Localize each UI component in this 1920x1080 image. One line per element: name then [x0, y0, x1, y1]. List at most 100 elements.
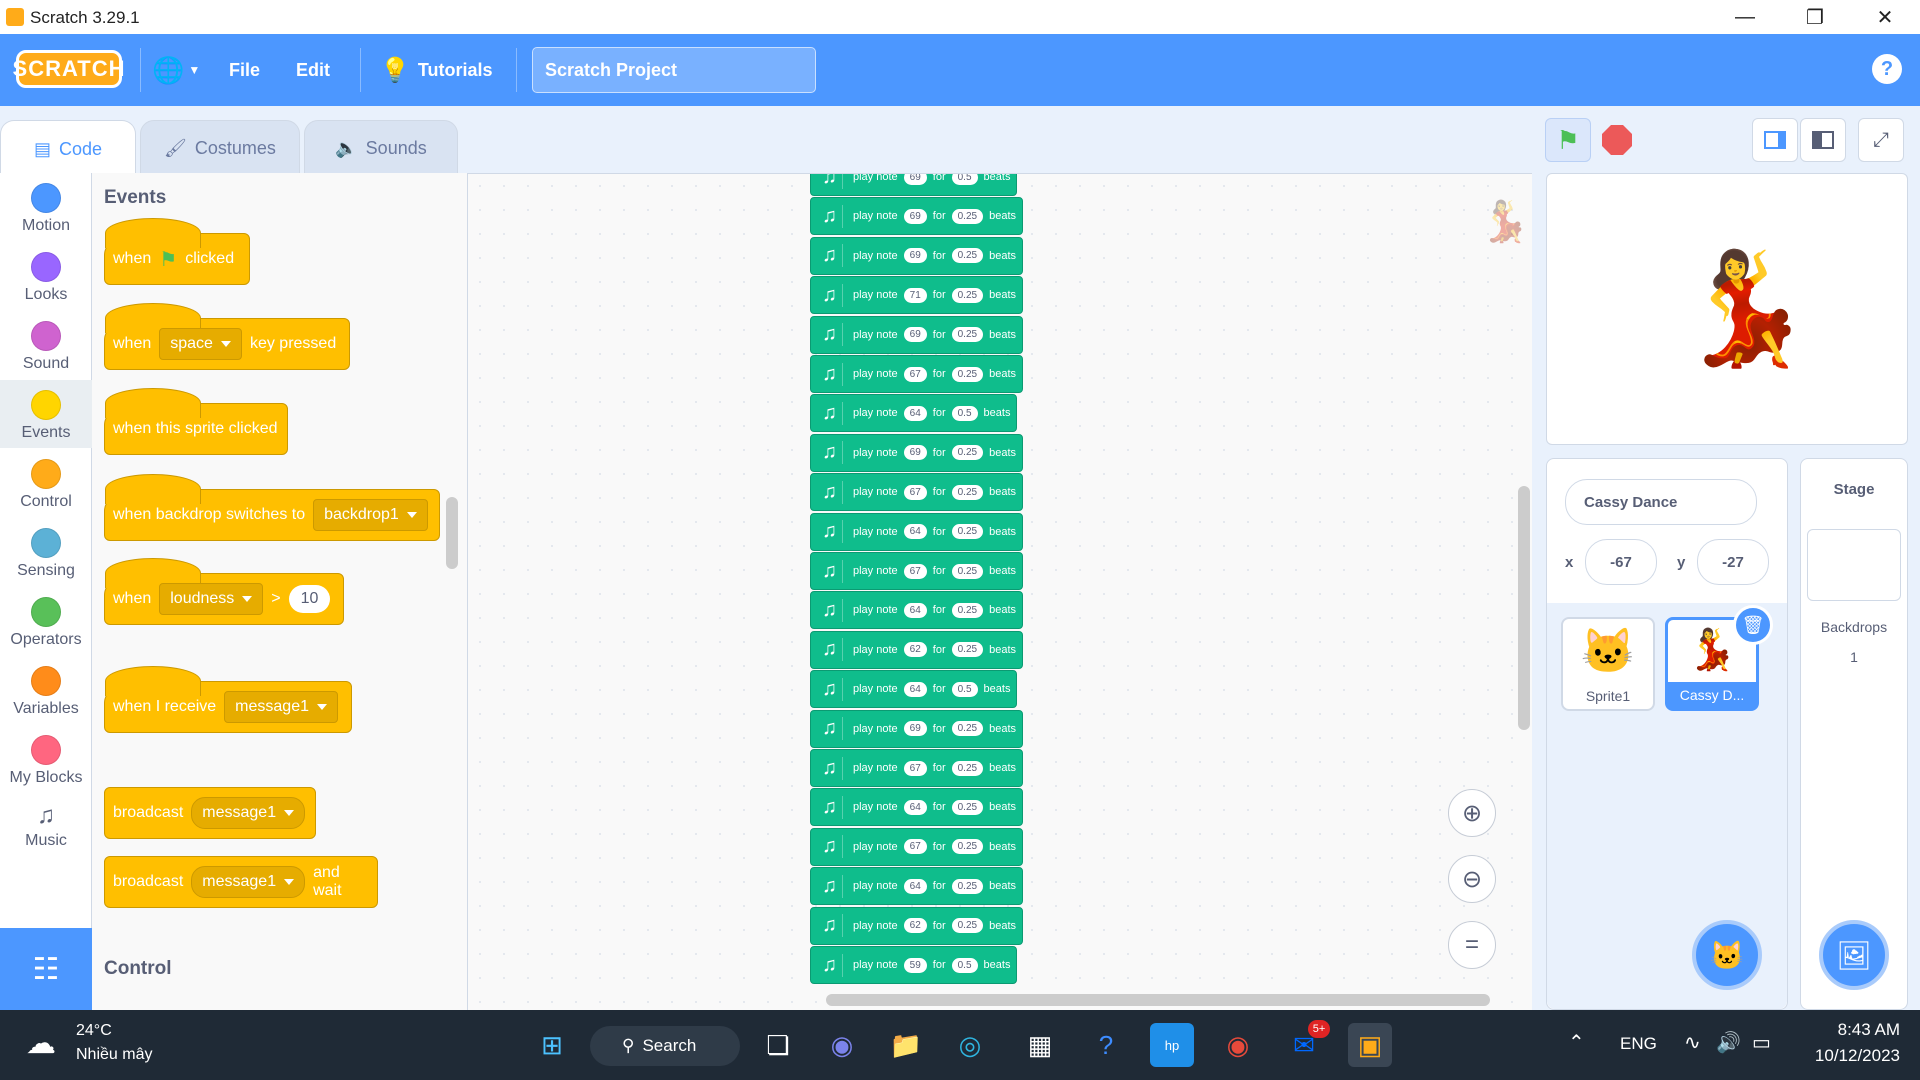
note-value-input[interactable]: 62 — [903, 642, 927, 658]
play-note-block[interactable]: ♫ play note 67 for 0.25 beats — [810, 827, 1024, 866]
play-note-block[interactable]: ♫ play note 69 for 0.25 beats — [810, 236, 1024, 275]
beats-value-input[interactable]: 0.25 — [951, 642, 984, 658]
delete-sprite-button[interactable]: 🗑 — [1733, 605, 1773, 645]
beats-value-input[interactable]: 0.25 — [951, 248, 984, 264]
category-motion[interactable]: Motion — [0, 173, 92, 241]
note-value-input[interactable]: 67 — [903, 563, 927, 579]
when-loudness-block[interactable]: when loudness > 10 — [104, 558, 344, 625]
beats-value-input[interactable]: 0.25 — [951, 839, 984, 855]
note-value-input[interactable]: 64 — [903, 681, 927, 697]
edge-icon[interactable]: ◎ — [948, 1023, 992, 1067]
play-note-block[interactable]: ♫ play note 69 for 0.25 beats — [810, 315, 1024, 354]
play-note-block[interactable]: ♫ play note 64 for 0.25 beats — [810, 591, 1024, 630]
when-key-pressed-block[interactable]: when space key pressed — [104, 303, 350, 370]
workspace-vertical-scrollbar[interactable] — [1518, 486, 1530, 730]
volume-icon[interactable]: 🔊 — [1716, 1030, 1741, 1055]
script-workspace[interactable]: ♫ play note 69 for 0.5 beats ♫ play note 69 for 0.… — [468, 173, 1532, 1010]
category-sound[interactable]: Sound — [0, 311, 92, 379]
category-sensing[interactable]: Sensing — [0, 518, 92, 586]
play-note-block[interactable]: ♫ play note 67 for 0.25 beats — [810, 473, 1024, 512]
battery-icon[interactable]: ▭ — [1752, 1030, 1771, 1055]
workspace-horizontal-scrollbar[interactable] — [826, 994, 1490, 1006]
taskbar-search[interactable]: ⚲ Search — [590, 1026, 740, 1066]
play-note-block[interactable]: ♫ play note 62 for 0.25 beats — [810, 906, 1024, 945]
beats-value-input[interactable]: 0.25 — [951, 327, 984, 343]
file-menu[interactable]: File — [229, 34, 260, 106]
y-position-input[interactable]: -27 — [1697, 539, 1769, 585]
add-extension-button[interactable]: ☷ — [0, 928, 92, 1010]
broadcast-and-wait-block[interactable]: broadcast message1 and wait — [104, 856, 378, 908]
wifi-icon[interactable]: ∿ — [1684, 1030, 1701, 1055]
store-icon[interactable]: ▦ — [1018, 1023, 1062, 1067]
dancer-sprite-icon[interactable]: 💃 — [1677, 254, 1814, 364]
play-note-block[interactable]: ♫ play note 69 for 0.5 beats — [810, 174, 1018, 196]
note-value-input[interactable]: 71 — [903, 287, 927, 303]
choose-sprite-button[interactable]: 🐱 — [1692, 920, 1762, 990]
stage-canvas[interactable]: 💃 — [1546, 173, 1908, 445]
category-variables[interactable]: Variables — [0, 656, 92, 724]
edit-menu[interactable]: Edit — [296, 34, 330, 106]
message-dropdown[interactable]: message1 — [191, 797, 306, 829]
scratch-taskbar-icon[interactable]: ▣ — [1348, 1023, 1392, 1067]
note-value-input[interactable]: 64 — [903, 878, 927, 894]
play-note-block[interactable]: ♫ play note 64 for 0.25 beats — [810, 788, 1024, 827]
note-value-input[interactable]: 69 — [903, 208, 927, 224]
note-value-input[interactable]: 67 — [903, 484, 927, 500]
play-note-block[interactable]: ♫ play note 69 for 0.25 beats — [810, 197, 1024, 236]
category-control[interactable]: Control — [0, 449, 92, 517]
loudness-value-input[interactable]: 10 — [288, 585, 331, 613]
play-note-block[interactable]: ♫ play note 67 for 0.25 beats — [810, 749, 1024, 787]
palette-scrollbar[interactable] — [446, 497, 458, 569]
play-note-block[interactable]: ♫ play note 67 for 0.25 beats — [810, 552, 1024, 590]
category-my-blocks[interactable]: My Blocks — [0, 725, 92, 793]
when-sprite-clicked-block[interactable]: when this sprite clicked — [104, 388, 288, 455]
when-backdrop-switches-block[interactable]: when backdrop switches to backdrop1 — [104, 474, 440, 541]
project-title-input[interactable]: Scratch Project — [532, 47, 816, 93]
task-view-icon[interactable]: ❏ — [756, 1023, 800, 1067]
zoom-reset-button[interactable]: = — [1448, 921, 1496, 969]
note-value-input[interactable]: 67 — [903, 366, 927, 382]
beats-value-input[interactable]: 0.25 — [951, 484, 984, 500]
beats-value-input[interactable]: 0.25 — [951, 524, 984, 540]
tab-code[interactable]: ▤ Code — [0, 120, 136, 178]
note-value-input[interactable]: 67 — [903, 839, 927, 855]
beats-value-input[interactable]: 0.25 — [951, 563, 984, 579]
backdrop-dropdown[interactable]: backdrop1 — [313, 499, 428, 531]
play-note-block[interactable]: ♫ play note 69 for 0.25 beats — [810, 433, 1024, 472]
message-dropdown[interactable]: message1 — [191, 866, 306, 898]
beats-value-input[interactable]: 0.5 — [951, 681, 978, 697]
beats-value-input[interactable]: 0.25 — [951, 760, 984, 776]
stop-button[interactable] — [1594, 118, 1640, 162]
beats-value-input[interactable]: 0.25 — [951, 918, 984, 934]
start-button[interactable]: ⊞ — [530, 1023, 574, 1067]
play-note-block[interactable]: ♫ play note 64 for 0.5 beats — [810, 670, 1018, 709]
play-note-block[interactable]: ♫ play note 71 for 0.25 beats — [810, 276, 1024, 315]
backdrop-thumbnail[interactable] — [1807, 529, 1901, 601]
note-value-input[interactable]: 69 — [903, 721, 927, 737]
note-value-input[interactable]: 64 — [903, 524, 927, 540]
sprite-thumbnail-sprite1[interactable]: 🐱 Sprite1 — [1561, 617, 1655, 711]
beats-value-input[interactable]: 0.25 — [951, 366, 984, 382]
note-value-input[interactable]: 69 — [903, 445, 927, 461]
beats-value-input[interactable]: 0.5 — [951, 957, 978, 973]
note-value-input[interactable]: 64 — [903, 405, 927, 421]
tutorials-button[interactable]: 💡 Tutorials — [380, 34, 493, 106]
help-icon[interactable]: ? — [1872, 54, 1902, 84]
beats-value-input[interactable]: 0.5 — [951, 405, 978, 421]
broadcast-block[interactable]: broadcast message1 — [104, 787, 316, 839]
beats-value-input[interactable]: 0.5 — [951, 174, 978, 185]
sensor-dropdown[interactable]: loudness — [159, 583, 264, 615]
restore-button[interactable]: ❐ — [1780, 0, 1850, 34]
note-value-input[interactable]: 59 — [903, 957, 927, 973]
category-looks[interactable]: Looks — [0, 242, 92, 310]
when-i-receive-block[interactable]: when I receive message1 — [104, 666, 352, 733]
beats-value-input[interactable]: 0.25 — [951, 445, 984, 461]
beats-value-input[interactable]: 0.25 — [951, 721, 984, 737]
beats-value-input[interactable]: 0.25 — [951, 878, 984, 894]
x-position-input[interactable]: -67 — [1585, 539, 1657, 585]
language-indicator[interactable]: ENG — [1620, 1034, 1657, 1054]
play-note-block[interactable]: ♫ play note 64 for 0.25 beats — [810, 512, 1024, 551]
fullscreen-button[interactable]: ⤢ — [1858, 118, 1904, 162]
large-stage-button[interactable] — [1800, 118, 1846, 162]
category-events[interactable]: Events — [0, 380, 92, 448]
